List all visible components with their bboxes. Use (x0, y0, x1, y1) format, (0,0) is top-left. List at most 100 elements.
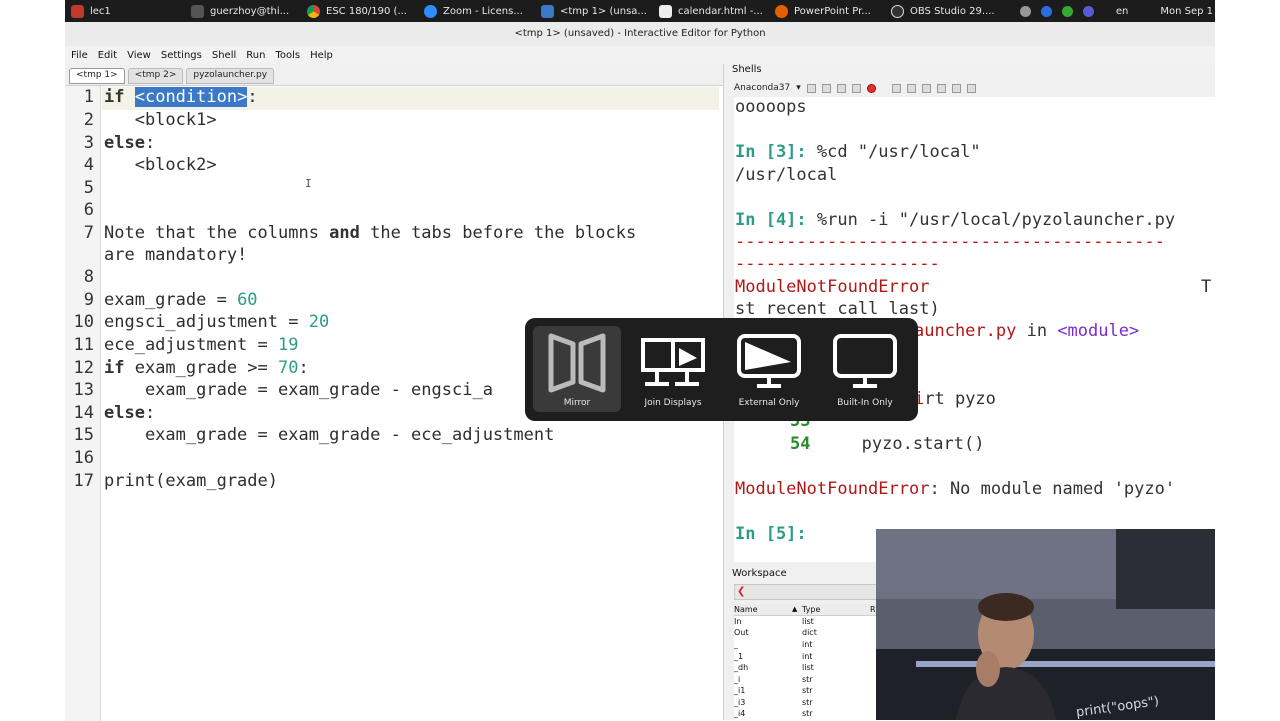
task-lec1[interactable]: lec1 (65, 0, 185, 22)
table-cell: list (802, 617, 814, 626)
built-in-only-icon (833, 334, 897, 388)
menu-edit[interactable]: Edit (98, 50, 117, 61)
code-line-11: ece_adjustment = 19 (104, 335, 298, 355)
webcam-overlay: print("oops") (876, 529, 1215, 720)
task-chrome[interactable]: ESC 180/190 (... (301, 0, 418, 22)
display-option-external[interactable]: External Only (725, 326, 813, 412)
menu-icon[interactable] (966, 83, 976, 93)
code-text: exam_grade = (104, 290, 238, 310)
line-number: 5 (83, 178, 94, 198)
task-zoom[interactable]: Zoom - Licens... (418, 0, 535, 22)
display-option-builtin[interactable]: Built-In Only (821, 326, 909, 412)
step-over-icon[interactable] (921, 83, 931, 93)
shell-line: /usr/local (735, 165, 838, 185)
menu-tools[interactable]: Tools (275, 50, 300, 61)
tab-tmp2[interactable]: <tmp 2> (127, 68, 184, 84)
code-line-9: exam_grade = 60 (104, 290, 258, 310)
table-row[interactable]: _dh (734, 663, 748, 672)
settings-tray-icon[interactable] (1019, 5, 1031, 17)
editor-icon (659, 4, 672, 18)
tab-pyzolauncher[interactable]: pyzolauncher.py (186, 68, 275, 84)
teams-tray-icon[interactable] (1082, 5, 1094, 17)
step-into-icon[interactable] (906, 83, 916, 93)
shell-command: %run -i "/usr/local/pyzolauncher.py (806, 210, 1176, 230)
display-switcher-popup: Mirror Join Displays External Only Built… (525, 318, 918, 421)
line-number: 11 (73, 335, 94, 355)
menu-shell[interactable]: Shell (212, 50, 236, 61)
code-line-15: exam_grade = exam_grade - ece_adjustment (104, 425, 555, 445)
menu-run[interactable]: Run (246, 50, 265, 61)
table-row[interactable]: _i (734, 675, 740, 684)
close-shell-icon[interactable] (866, 83, 876, 93)
traceback-module: <module> (1057, 321, 1140, 341)
table-row[interactable]: _i1 (734, 686, 745, 695)
line-number: 6 (83, 200, 94, 220)
interrupt-icon[interactable] (806, 83, 816, 93)
table-row[interactable]: _1 (734, 652, 743, 661)
clock[interactable]: Mon Sep 1 (1160, 6, 1213, 17)
line-number: 4 (83, 155, 94, 175)
column-header-type[interactable]: Type (802, 605, 820, 614)
menu-settings[interactable]: Settings (161, 50, 202, 61)
pyzo-icon (541, 4, 554, 18)
stop-debug-icon[interactable] (951, 83, 961, 93)
chat-tray-icon[interactable] (1061, 5, 1073, 17)
task-label: <tmp 1> (unsa... (560, 5, 647, 17)
new-shell-icon[interactable] (836, 83, 846, 93)
shell-text: : No module named 'pyzo' (929, 479, 1176, 499)
left-border (0, 0, 65, 720)
folder-icon (71, 4, 84, 18)
code-line-10: engsci_adjustment = 20 (104, 312, 329, 332)
clear-icon[interactable] (851, 83, 861, 93)
shell-line: In [3]: %cd "/usr/local" (735, 142, 981, 162)
table-row[interactable]: Out (734, 628, 749, 637)
display-option-join[interactable]: Join Displays (629, 326, 717, 412)
debug-icon[interactable] (891, 83, 901, 93)
language-indicator[interactable]: en (1116, 6, 1129, 17)
task-obs[interactable]: OBS Studio 29.... (885, 0, 1001, 22)
terminal-icon (191, 4, 204, 18)
table-row[interactable]: In (734, 617, 741, 626)
comment-text: the tabs before the blocks (359, 223, 637, 243)
column-header-name[interactable]: Name (734, 605, 758, 614)
keyword: else (104, 133, 145, 153)
traceback-line-number: 54 (790, 434, 811, 454)
restart-icon[interactable] (821, 83, 831, 93)
table-row[interactable]: _i4 (734, 709, 745, 718)
table-row[interactable]: _i3 (734, 698, 745, 707)
code-line-13: exam_grade = exam_grade - engsci_a (104, 380, 493, 400)
shell-line: irt pyzo (914, 389, 996, 409)
menu-file[interactable]: File (71, 50, 88, 61)
display-option-label: Built-In Only (837, 398, 893, 408)
tab-tmp1[interactable]: <tmp 1> (69, 68, 125, 84)
task-label: ESC 180/190 (... (326, 5, 407, 17)
shell-error: ModuleNotFoundError (735, 277, 930, 297)
line-number: 2 (83, 110, 94, 130)
task-terminal[interactable]: guerzhoy@thi... (185, 0, 301, 22)
menu-view[interactable]: View (127, 50, 151, 61)
task-firefox[interactable]: PowerPoint Pr... (769, 0, 885, 22)
interpreter-selector[interactable]: Anaconda37 (734, 83, 790, 93)
line-number: 16 (73, 448, 94, 468)
column-header-repr[interactable]: R (870, 605, 876, 614)
firefox-icon (775, 4, 788, 18)
keyword: if (104, 358, 125, 378)
chevron-down-icon[interactable]: ▾ (796, 83, 801, 93)
task-label: calendar.html -... (678, 5, 763, 17)
menu-help[interactable]: Help (310, 50, 333, 61)
task-label: Zoom - Licens... (443, 5, 523, 17)
step-out-icon[interactable] (936, 83, 946, 93)
webcam-feed: print("oops") (876, 529, 1215, 720)
zoom-tray-icon[interactable] (1040, 5, 1052, 17)
shell-prompt[interactable]: In [5]: (735, 524, 807, 544)
display-option-mirror[interactable]: Mirror (533, 326, 621, 412)
back-arrow-icon[interactable]: ❮ (737, 586, 745, 597)
task-editor[interactable]: calendar.html -... (653, 0, 769, 22)
line-number: 14 (73, 403, 94, 423)
workspace-table[interactable]: Name ▲ Type R In list Out dict _ int _1 int … (734, 604, 881, 720)
table-row[interactable]: _ (734, 640, 738, 649)
task-pyzo[interactable]: <tmp 1> (unsa... (535, 0, 653, 22)
right-border (1215, 0, 1280, 720)
join-displays-icon (641, 338, 705, 386)
number-literal: 70 (278, 358, 299, 378)
